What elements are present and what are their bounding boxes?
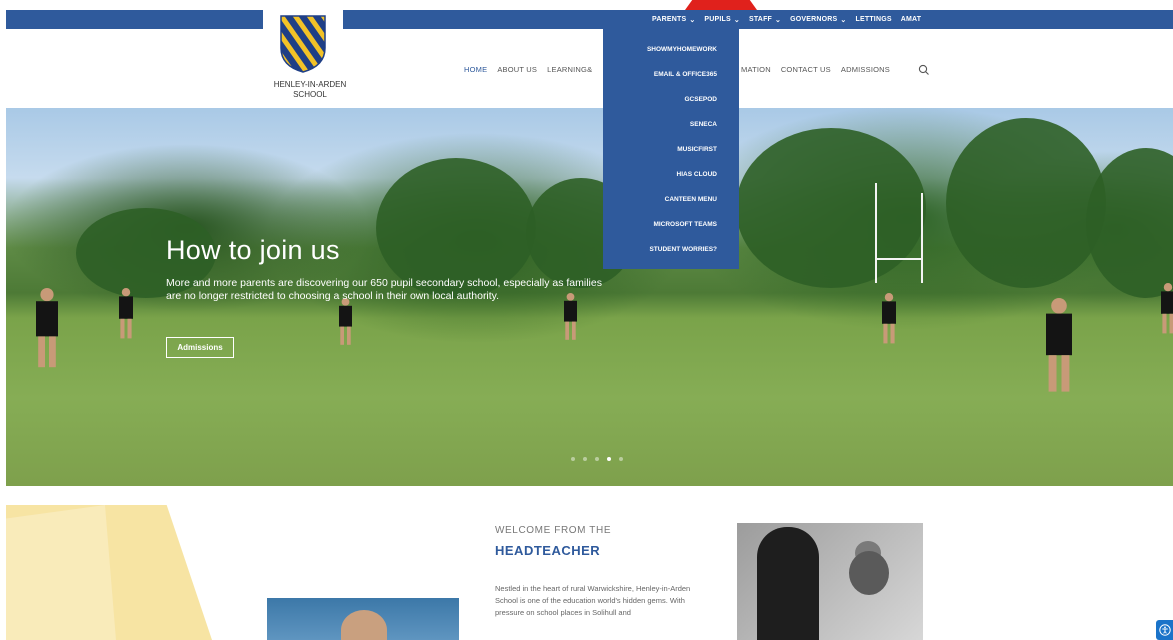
top-nav-parents[interactable]: PARENTS ⌄ xyxy=(652,16,695,24)
player-figure xyxy=(1046,298,1072,392)
accessibility-icon xyxy=(1158,624,1171,636)
chevron-down-icon: ⌄ xyxy=(733,16,740,24)
accessibility-button[interactable] xyxy=(1156,620,1173,640)
top-nav-lettings[interactable]: LETTINGS xyxy=(856,16,892,23)
hero-title: How to join us xyxy=(166,235,340,265)
slider-dot[interactable] xyxy=(571,457,575,461)
school-name: HENLEY-IN-ARDEN SCHOOL xyxy=(255,80,365,100)
dropdown-item-musicfirst[interactable]: MUSICFIRST xyxy=(677,146,717,153)
player-figure xyxy=(882,293,896,344)
school-crest-logo[interactable] xyxy=(279,14,327,74)
dropdown-item-seneca[interactable]: SENECA xyxy=(690,121,717,128)
top-nav-label: PUPILS xyxy=(704,16,731,23)
top-nav-staff[interactable]: STAFF ⌄ xyxy=(749,16,781,24)
dropdown-item-gcsepod[interactable]: GCSEPOD xyxy=(684,96,717,103)
decorative-yellow-inner xyxy=(6,505,116,640)
top-utility-bar: PARENTS ⌄ PUPILS ⌄ STAFF ⌄ GOVERNORS ⌄ LETTI… xyxy=(6,10,1173,29)
nav-information[interactable]: MATION xyxy=(741,65,771,74)
top-nav-label: STAFF xyxy=(748,16,773,23)
main-nav: HOME ABOUT US LEARNING& xyxy=(464,65,592,74)
dropdown-item-hias-cloud[interactable]: HIAS CLOUD xyxy=(677,171,717,178)
player-figure xyxy=(119,288,133,339)
player-figure xyxy=(1161,283,1173,334)
horse-photo xyxy=(737,523,923,640)
school-name-line2: SCHOOL xyxy=(293,90,327,99)
chevron-down-icon: ⌄ xyxy=(775,16,782,24)
welcome-text: Nestled in the heart of rural Warwickshi… xyxy=(495,584,691,617)
admissions-button[interactable]: Admissions xyxy=(166,337,234,358)
dropdown-item-microsoft-teams[interactable]: MICROSOFT TEAMS xyxy=(653,221,717,228)
dropdown-item-student-worries[interactable]: STUDENT WORRIES? xyxy=(649,246,717,253)
slider-dot[interactable] xyxy=(595,457,599,461)
slider-dots xyxy=(571,457,623,461)
chevron-down-icon: ⌄ xyxy=(689,16,696,24)
top-nav-pupils[interactable]: PUPILS ⌄ xyxy=(704,16,740,24)
slider-dot-active[interactable] xyxy=(607,457,611,461)
main-nav-right: MATION CONTACT US ADMISSIONS xyxy=(741,65,890,74)
hero-text: More and more parents are discovering ou… xyxy=(166,277,602,302)
tree-illustration xyxy=(946,118,1106,288)
nav-home[interactable]: HOME xyxy=(464,65,487,74)
rugby-post xyxy=(921,193,923,283)
headteacher-photo xyxy=(267,598,459,640)
active-tab-marker xyxy=(685,0,757,10)
top-nav-amat[interactable]: AMAT xyxy=(901,16,922,23)
nav-about-us[interactable]: ABOUT US xyxy=(497,65,537,74)
nav-contact-us[interactable]: CONTACT US xyxy=(781,65,831,74)
top-nav-label: AMAT xyxy=(900,16,922,23)
top-nav-governors[interactable]: GOVERNORS ⌄ xyxy=(790,16,846,24)
pupils-dropdown-menu: SHOWMYHOMEWORK EMAIL & OFFICE365 GCSEPOD… xyxy=(603,29,739,269)
player-figure xyxy=(36,288,58,368)
nav-admissions[interactable]: ADMISSIONS xyxy=(841,65,890,74)
top-nav-label: PARENTS xyxy=(652,16,687,23)
dropdown-item-showmyhomework[interactable]: SHOWMYHOMEWORK xyxy=(647,46,717,53)
welcome-kicker: WELCOME FROM THE xyxy=(495,525,612,536)
top-nav-label: GOVERNORS xyxy=(790,16,838,23)
chevron-down-icon: ⌄ xyxy=(840,16,847,24)
slider-dot[interactable] xyxy=(619,457,623,461)
tree-illustration xyxy=(736,128,926,288)
hero-slider: How to join us More and more parents are… xyxy=(6,108,1173,486)
top-nav-label: LETTINGS xyxy=(855,16,892,23)
top-nav: PARENTS ⌄ PUPILS ⌄ STAFF ⌄ GOVERNORS ⌄ LETTI… xyxy=(652,10,921,29)
player-figure xyxy=(339,298,352,345)
welcome-heading: HEADTEACHER xyxy=(495,543,601,558)
rugby-post xyxy=(875,183,877,283)
dropdown-item-canteen-menu[interactable]: CANTEEN MENU xyxy=(665,196,717,203)
search-icon[interactable] xyxy=(918,64,930,76)
dropdown-item-email-office365[interactable]: EMAIL & OFFICE365 xyxy=(654,71,717,78)
slider-dot[interactable] xyxy=(583,457,587,461)
school-name-line1: HENLEY-IN-ARDEN xyxy=(273,80,347,89)
nav-learning[interactable]: LEARNING& xyxy=(547,65,592,74)
rugby-crossbar xyxy=(875,258,923,260)
